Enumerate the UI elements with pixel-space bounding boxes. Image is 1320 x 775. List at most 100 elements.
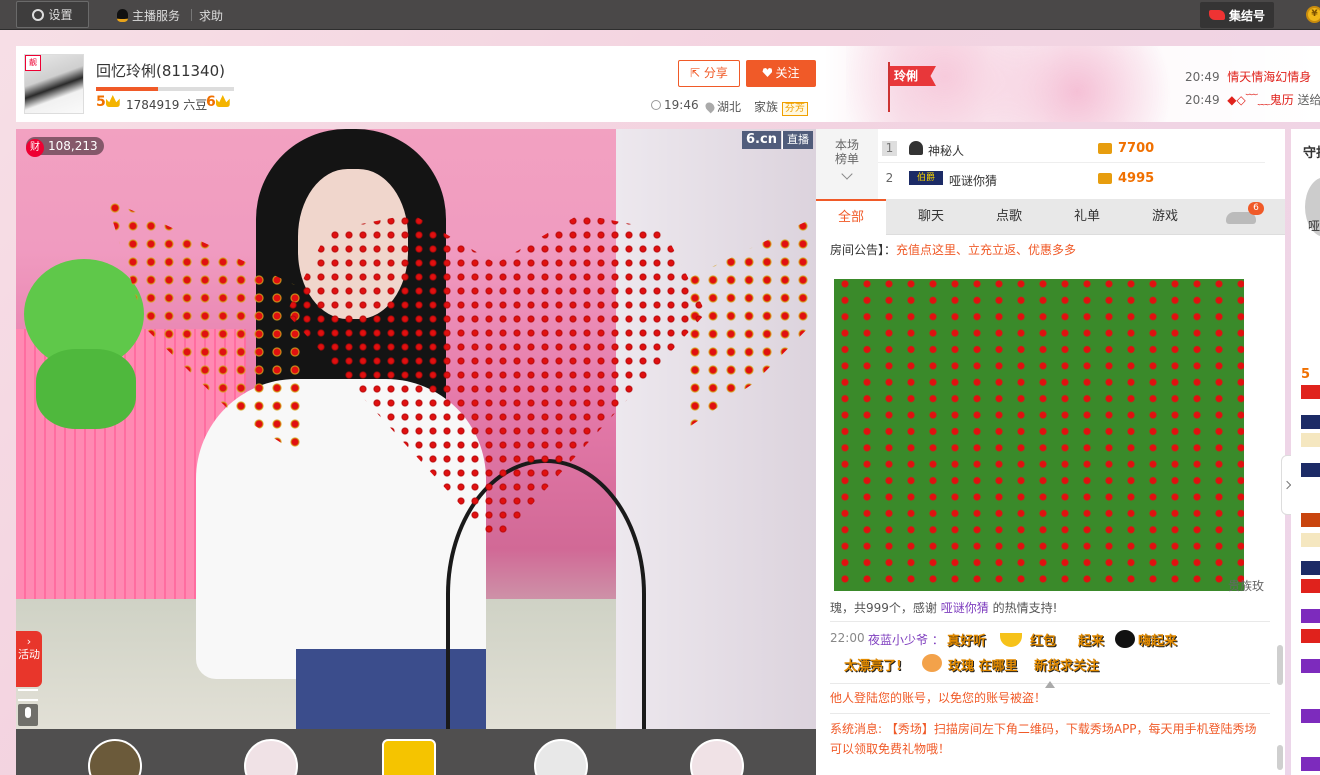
anchor-name[interactable]: 回忆玲俐(811340) — [96, 60, 225, 81]
menu-icon[interactable] — [18, 689, 38, 701]
tab-all[interactable]: 全部 — [816, 199, 886, 235]
recommended-thumb[interactable] — [382, 739, 436, 775]
rank-number: 2 — [885, 171, 894, 185]
chat-text: 红包 — [1030, 634, 1057, 649]
chat-scrollbar[interactable] — [1277, 645, 1283, 685]
recommended-thumb[interactable] — [88, 739, 142, 775]
notice-user[interactable]: 情天情海幻情身 — [1227, 70, 1311, 84]
tab-songs[interactable]: 点歌 — [974, 199, 1044, 235]
wealth-icon: 财 — [26, 139, 44, 157]
family[interactable]: 家族 芬芳 — [754, 98, 808, 116]
anchor-header: 靓 回忆玲俐(811340) 5 1784919 六豆 6 ⇱ 分享 关注 19… — [16, 46, 1320, 122]
chat-text: 嗨起来 — [1138, 634, 1178, 649]
car-count-badge: 6 — [1248, 202, 1264, 215]
system-message: 他人登陆您的账号，以免您的账号被盗！ — [830, 691, 1047, 705]
rail-badge — [1301, 609, 1320, 623]
live-video[interactable]: 财 108,213 6.cn 直播 › 活动 — [16, 129, 816, 729]
chat-text: 玫瑰 在哪里 — [948, 659, 1018, 674]
guardian-name[interactable]: 哑谜你猜 — [1308, 217, 1320, 234]
coin-icon[interactable]: ¥ — [1306, 6, 1320, 23]
tab-chat[interactable]: 聊天 — [896, 199, 966, 235]
rail-badge — [1301, 513, 1320, 527]
chat-panel: 房间公告】：充值点这里、立充立返、优惠多多 贵族玫 瑰，共999个，感谢 哑谜你… — [816, 235, 1285, 775]
rail-badge — [1301, 561, 1320, 575]
settings-button[interactable]: 设置 — [16, 1, 89, 28]
anchor-avatar[interactable]: 靓 — [24, 54, 84, 114]
rail-badge — [1301, 709, 1320, 723]
divider — [830, 713, 1270, 714]
chevron-down-icon — [841, 168, 853, 180]
chat-text: 太漂亮了! — [844, 659, 902, 674]
tab-gift-list[interactable]: 礼单 — [1052, 199, 1122, 235]
recommended-strip — [16, 729, 816, 775]
system-message: 系统消息: 【秀场】扫描房间左下角二维码，下载秀场APP，每天用手机登陆秀场可以… — [830, 722, 1257, 756]
anchor-service-link[interactable]: 主播服务 — [117, 7, 180, 24]
crown-icon — [105, 95, 120, 107]
room-announcement: 房间公告】：充值点这里、立充立返、优惠多多 — [830, 243, 1077, 257]
anchor-level: 5 — [96, 94, 120, 110]
chat-user[interactable]: 夜蓝小少爷 ： — [868, 631, 944, 648]
heart-icon — [762, 68, 773, 77]
help-link[interactable]: 求助 — [199, 7, 223, 24]
activity-tab[interactable]: › 活动 — [16, 631, 42, 687]
gear-icon — [32, 8, 45, 21]
gather-label: 集结号 — [1228, 8, 1265, 23]
follow-button[interactable]: 关注 — [746, 60, 816, 87]
gift-name: 贵族玫 — [1228, 579, 1265, 593]
rail-badge — [1301, 757, 1320, 771]
recommended-thumb[interactable] — [244, 739, 298, 775]
level-progress-fill — [96, 87, 159, 91]
video-background — [616, 129, 816, 729]
live-tag: 直播 — [782, 131, 813, 149]
banana-icon — [1000, 633, 1022, 647]
share-button[interactable]: ⇱ 分享 — [678, 60, 740, 87]
level-progress-bar — [96, 87, 234, 91]
rail-badge — [1301, 463, 1320, 477]
recommended-thumb[interactable] — [534, 739, 588, 775]
microphone-icon[interactable] — [18, 704, 38, 726]
horn-icon — [1208, 10, 1225, 20]
panda-icon — [1115, 630, 1135, 648]
live-time: 19:46 — [651, 98, 699, 112]
site-logo: 6.cn — [742, 131, 781, 149]
rail-badge — [1301, 533, 1320, 547]
rank-user-name: 哑谜你猜 — [949, 174, 998, 188]
earl-badge: 伯爵 — [909, 171, 943, 185]
rank-row[interactable]: 1 神秘人 7700 — [878, 133, 1265, 163]
rail-badge — [1301, 579, 1320, 593]
location: 湖北 — [703, 98, 741, 115]
rail-badge — [1301, 629, 1320, 643]
rank-user-name: 神秘人 — [928, 144, 965, 158]
rank-label[interactable]: 本场榜单 — [816, 129, 878, 199]
beans-count: 1784919 六豆 — [126, 98, 208, 112]
rail-badge — [1301, 415, 1320, 429]
chat-tabs: 全部 聊天 点歌 礼单 游戏 6 — [816, 199, 1285, 235]
crown-icon — [215, 95, 230, 107]
next-level: 6 — [206, 94, 230, 110]
rank-panel: 本场榜单 1 神秘人 7700 2 伯爵 哑谜你猜 4995 — [816, 129, 1285, 199]
anchor-flag: 玲俐 — [890, 66, 936, 86]
gather-button[interactable]: 集结号 — [1200, 2, 1274, 28]
rail-badge — [1301, 433, 1320, 447]
chat-text: 真好听 — [947, 634, 987, 649]
gift-notice: 20:49 情天情海幻情身 — [1185, 70, 1312, 84]
gift-message: 瑰，共999个，感谢 哑谜你猜 的热情支持! — [830, 601, 1058, 615]
chat-scrollbar[interactable] — [1277, 745, 1283, 770]
tab-games[interactable]: 游戏 — [1130, 199, 1200, 235]
rank-value: 4995 — [1118, 171, 1155, 186]
location-pin-icon — [703, 100, 717, 114]
flag-pole — [888, 62, 890, 112]
recommended-thumb[interactable] — [690, 739, 744, 775]
divider — [191, 9, 192, 21]
coin-icon — [1098, 143, 1112, 154]
avatar-badge: 靓 — [25, 55, 41, 71]
flower-icon — [922, 654, 942, 672]
rank-row[interactable]: 2 伯爵 哑谜你猜 4995 — [878, 163, 1265, 193]
recharge-link[interactable]: 充值点这里、立充立返、优惠多多 — [896, 243, 1076, 257]
notice-user[interactable]: ◆◇﹋﹏鬼历 — [1227, 93, 1293, 107]
gift-sender[interactable]: 哑谜你猜 — [941, 601, 989, 615]
rail-badge — [1301, 385, 1320, 399]
qq-penguin-icon — [117, 9, 128, 22]
rail-title: 守护 — [1303, 146, 1320, 161]
divider — [830, 621, 1270, 622]
